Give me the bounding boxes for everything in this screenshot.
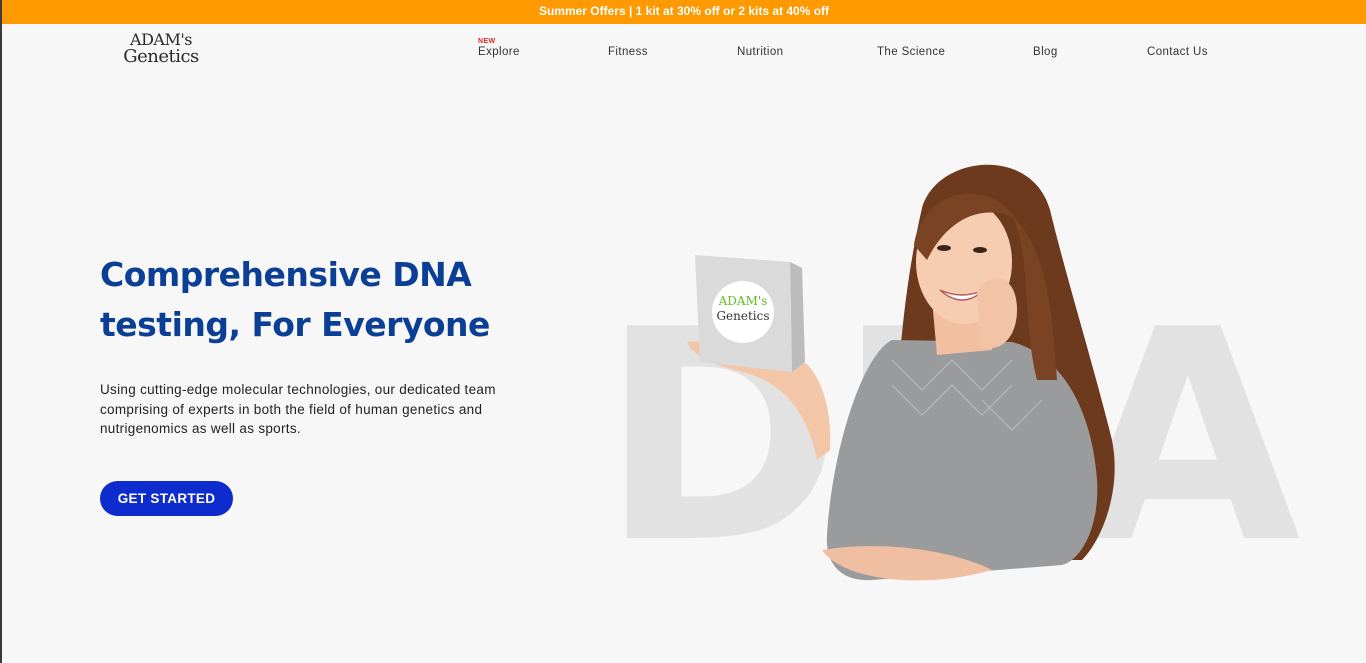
nav-item-explore[interactable]: NEW Explore xyxy=(478,38,520,58)
dna-kit-box: ADAM's Genetics xyxy=(695,255,805,372)
nav-item-contact-us[interactable]: Contact Us xyxy=(1147,46,1208,58)
new-badge: NEW xyxy=(478,38,496,45)
nav-item-the-science[interactable]: The Science xyxy=(877,46,945,58)
brand-logo[interactable]: ADAM's Genetics xyxy=(118,31,204,67)
nav-item-nutrition[interactable]: Nutrition xyxy=(737,46,783,58)
nav-item-label: Explore xyxy=(478,46,520,58)
promo-banner[interactable]: Summer Offers | 1 kit at 30% off or 2 ki… xyxy=(2,0,1366,24)
brand-logo-line2: Genetics xyxy=(123,46,199,67)
nav-item-label: Fitness xyxy=(608,46,648,58)
kit-brand-line1: ADAM's xyxy=(718,294,768,308)
hero-illustration: DNA ADAM's Gen xyxy=(600,164,1309,600)
nav-item-label: Blog xyxy=(1033,46,1058,58)
nav-item-blog[interactable]: Blog xyxy=(1033,46,1058,58)
nav-item-fitness[interactable]: Fitness xyxy=(608,46,648,58)
nav-item-label: Contact Us xyxy=(1147,46,1208,58)
kit-brand-line2: Genetics xyxy=(716,309,769,323)
nav-item-label: Nutrition xyxy=(737,46,784,58)
hero-headline-line1: Comprehensive DNA xyxy=(100,255,472,294)
get-started-button[interactable]: GET STARTED xyxy=(100,481,233,516)
site-header: ADAM's Genetics NEW Explore Fitness Nutr… xyxy=(2,24,1366,80)
hero-description: Using cutting-edge molecular technologie… xyxy=(100,382,496,436)
hero-headline-line2: testing, For Everyone xyxy=(100,305,490,344)
nav-item-label: The Science xyxy=(877,46,946,58)
hero-headline: Comprehensive DNA testing, For Everyone xyxy=(100,250,490,350)
